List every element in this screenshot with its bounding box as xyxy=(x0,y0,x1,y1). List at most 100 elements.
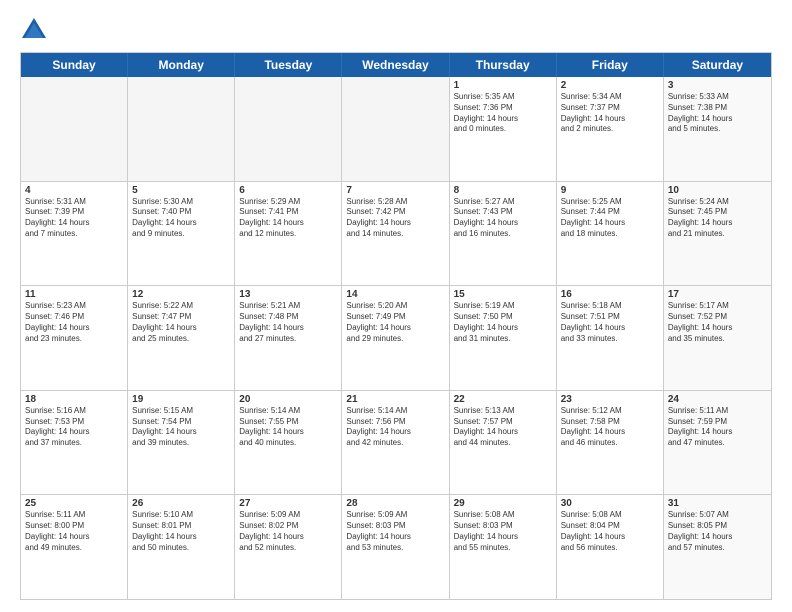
cell-info: Sunrise: 5:28 AM Sunset: 7:42 PM Dayligh… xyxy=(346,197,444,240)
cal-cell-day-23: 23Sunrise: 5:12 AM Sunset: 7:58 PM Dayli… xyxy=(557,391,664,495)
cal-cell-day-17: 17Sunrise: 5:17 AM Sunset: 7:52 PM Dayli… xyxy=(664,286,771,390)
day-number: 14 xyxy=(346,289,444,300)
cell-info: Sunrise: 5:14 AM Sunset: 7:55 PM Dayligh… xyxy=(239,406,337,449)
cal-cell-day-13: 13Sunrise: 5:21 AM Sunset: 7:48 PM Dayli… xyxy=(235,286,342,390)
page: SundayMondayTuesdayWednesdayThursdayFrid… xyxy=(0,0,792,612)
day-number: 16 xyxy=(561,289,659,300)
calendar: SundayMondayTuesdayWednesdayThursdayFrid… xyxy=(20,52,772,600)
day-number: 29 xyxy=(454,498,552,509)
cal-cell-day-15: 15Sunrise: 5:19 AM Sunset: 7:50 PM Dayli… xyxy=(450,286,557,390)
day-number: 17 xyxy=(668,289,767,300)
day-number: 24 xyxy=(668,394,767,405)
day-number: 25 xyxy=(25,498,123,509)
calendar-week-5: 25Sunrise: 5:11 AM Sunset: 8:00 PM Dayli… xyxy=(21,495,771,599)
cell-info: Sunrise: 5:31 AM Sunset: 7:39 PM Dayligh… xyxy=(25,197,123,240)
cell-info: Sunrise: 5:10 AM Sunset: 8:01 PM Dayligh… xyxy=(132,510,230,553)
cell-info: Sunrise: 5:29 AM Sunset: 7:41 PM Dayligh… xyxy=(239,197,337,240)
cal-cell-empty xyxy=(128,77,235,181)
cal-cell-day-19: 19Sunrise: 5:15 AM Sunset: 7:54 PM Dayli… xyxy=(128,391,235,495)
calendar-body: 1Sunrise: 5:35 AM Sunset: 7:36 PM Daylig… xyxy=(21,77,771,599)
cell-info: Sunrise: 5:35 AM Sunset: 7:36 PM Dayligh… xyxy=(454,92,552,135)
cell-info: Sunrise: 5:34 AM Sunset: 7:37 PM Dayligh… xyxy=(561,92,659,135)
cal-cell-day-16: 16Sunrise: 5:18 AM Sunset: 7:51 PM Dayli… xyxy=(557,286,664,390)
cell-info: Sunrise: 5:07 AM Sunset: 8:05 PM Dayligh… xyxy=(668,510,767,553)
day-number: 12 xyxy=(132,289,230,300)
cal-cell-day-20: 20Sunrise: 5:14 AM Sunset: 7:55 PM Dayli… xyxy=(235,391,342,495)
cell-info: Sunrise: 5:19 AM Sunset: 7:50 PM Dayligh… xyxy=(454,301,552,344)
day-number: 19 xyxy=(132,394,230,405)
day-number: 30 xyxy=(561,498,659,509)
cal-cell-empty xyxy=(21,77,128,181)
day-number: 3 xyxy=(668,80,767,91)
logo xyxy=(20,16,52,44)
day-number: 9 xyxy=(561,185,659,196)
cell-info: Sunrise: 5:16 AM Sunset: 7:53 PM Dayligh… xyxy=(25,406,123,449)
cal-cell-day-1: 1Sunrise: 5:35 AM Sunset: 7:36 PM Daylig… xyxy=(450,77,557,181)
cell-info: Sunrise: 5:23 AM Sunset: 7:46 PM Dayligh… xyxy=(25,301,123,344)
cal-cell-day-8: 8Sunrise: 5:27 AM Sunset: 7:43 PM Daylig… xyxy=(450,182,557,286)
cal-cell-day-7: 7Sunrise: 5:28 AM Sunset: 7:42 PM Daylig… xyxy=(342,182,449,286)
cal-cell-day-29: 29Sunrise: 5:08 AM Sunset: 8:03 PM Dayli… xyxy=(450,495,557,599)
cell-info: Sunrise: 5:24 AM Sunset: 7:45 PM Dayligh… xyxy=(668,197,767,240)
cal-cell-day-25: 25Sunrise: 5:11 AM Sunset: 8:00 PM Dayli… xyxy=(21,495,128,599)
cal-cell-day-24: 24Sunrise: 5:11 AM Sunset: 7:59 PM Dayli… xyxy=(664,391,771,495)
cal-cell-empty xyxy=(342,77,449,181)
day-number: 15 xyxy=(454,289,552,300)
cal-cell-empty xyxy=(235,77,342,181)
cell-info: Sunrise: 5:18 AM Sunset: 7:51 PM Dayligh… xyxy=(561,301,659,344)
day-number: 20 xyxy=(239,394,337,405)
cell-info: Sunrise: 5:09 AM Sunset: 8:02 PM Dayligh… xyxy=(239,510,337,553)
calendar-week-2: 4Sunrise: 5:31 AM Sunset: 7:39 PM Daylig… xyxy=(21,182,771,287)
day-number: 13 xyxy=(239,289,337,300)
day-number: 10 xyxy=(668,185,767,196)
day-number: 18 xyxy=(25,394,123,405)
cal-cell-day-28: 28Sunrise: 5:09 AM Sunset: 8:03 PM Dayli… xyxy=(342,495,449,599)
cell-info: Sunrise: 5:13 AM Sunset: 7:57 PM Dayligh… xyxy=(454,406,552,449)
cell-info: Sunrise: 5:22 AM Sunset: 7:47 PM Dayligh… xyxy=(132,301,230,344)
cal-header-tuesday: Tuesday xyxy=(235,53,342,77)
day-number: 22 xyxy=(454,394,552,405)
cal-cell-day-4: 4Sunrise: 5:31 AM Sunset: 7:39 PM Daylig… xyxy=(21,182,128,286)
cell-info: Sunrise: 5:09 AM Sunset: 8:03 PM Dayligh… xyxy=(346,510,444,553)
cal-header-sunday: Sunday xyxy=(21,53,128,77)
cell-info: Sunrise: 5:15 AM Sunset: 7:54 PM Dayligh… xyxy=(132,406,230,449)
cell-info: Sunrise: 5:08 AM Sunset: 8:04 PM Dayligh… xyxy=(561,510,659,553)
logo-icon xyxy=(20,16,48,44)
cal-cell-day-11: 11Sunrise: 5:23 AM Sunset: 7:46 PM Dayli… xyxy=(21,286,128,390)
cell-info: Sunrise: 5:14 AM Sunset: 7:56 PM Dayligh… xyxy=(346,406,444,449)
cell-info: Sunrise: 5:20 AM Sunset: 7:49 PM Dayligh… xyxy=(346,301,444,344)
day-number: 8 xyxy=(454,185,552,196)
cal-cell-day-22: 22Sunrise: 5:13 AM Sunset: 7:57 PM Dayli… xyxy=(450,391,557,495)
cal-cell-day-14: 14Sunrise: 5:20 AM Sunset: 7:49 PM Dayli… xyxy=(342,286,449,390)
cal-header-wednesday: Wednesday xyxy=(342,53,449,77)
cal-cell-day-6: 6Sunrise: 5:29 AM Sunset: 7:41 PM Daylig… xyxy=(235,182,342,286)
day-number: 4 xyxy=(25,185,123,196)
cell-info: Sunrise: 5:12 AM Sunset: 7:58 PM Dayligh… xyxy=(561,406,659,449)
day-number: 21 xyxy=(346,394,444,405)
day-number: 26 xyxy=(132,498,230,509)
cell-info: Sunrise: 5:33 AM Sunset: 7:38 PM Dayligh… xyxy=(668,92,767,135)
cal-cell-day-5: 5Sunrise: 5:30 AM Sunset: 7:40 PM Daylig… xyxy=(128,182,235,286)
cal-cell-day-27: 27Sunrise: 5:09 AM Sunset: 8:02 PM Dayli… xyxy=(235,495,342,599)
cal-cell-day-3: 3Sunrise: 5:33 AM Sunset: 7:38 PM Daylig… xyxy=(664,77,771,181)
cell-info: Sunrise: 5:11 AM Sunset: 8:00 PM Dayligh… xyxy=(25,510,123,553)
day-number: 28 xyxy=(346,498,444,509)
cal-cell-day-10: 10Sunrise: 5:24 AM Sunset: 7:45 PM Dayli… xyxy=(664,182,771,286)
cal-header-thursday: Thursday xyxy=(450,53,557,77)
calendar-week-4: 18Sunrise: 5:16 AM Sunset: 7:53 PM Dayli… xyxy=(21,391,771,496)
cell-info: Sunrise: 5:11 AM Sunset: 7:59 PM Dayligh… xyxy=(668,406,767,449)
calendar-week-3: 11Sunrise: 5:23 AM Sunset: 7:46 PM Dayli… xyxy=(21,286,771,391)
day-number: 2 xyxy=(561,80,659,91)
header xyxy=(20,16,772,44)
cal-header-saturday: Saturday xyxy=(664,53,771,77)
cell-info: Sunrise: 5:25 AM Sunset: 7:44 PM Dayligh… xyxy=(561,197,659,240)
cell-info: Sunrise: 5:21 AM Sunset: 7:48 PM Dayligh… xyxy=(239,301,337,344)
calendar-header-row: SundayMondayTuesdayWednesdayThursdayFrid… xyxy=(21,53,771,77)
day-number: 6 xyxy=(239,185,337,196)
cell-info: Sunrise: 5:30 AM Sunset: 7:40 PM Dayligh… xyxy=(132,197,230,240)
cal-cell-day-12: 12Sunrise: 5:22 AM Sunset: 7:47 PM Dayli… xyxy=(128,286,235,390)
cal-cell-day-26: 26Sunrise: 5:10 AM Sunset: 8:01 PM Dayli… xyxy=(128,495,235,599)
cal-header-monday: Monday xyxy=(128,53,235,77)
cell-info: Sunrise: 5:08 AM Sunset: 8:03 PM Dayligh… xyxy=(454,510,552,553)
cell-info: Sunrise: 5:17 AM Sunset: 7:52 PM Dayligh… xyxy=(668,301,767,344)
